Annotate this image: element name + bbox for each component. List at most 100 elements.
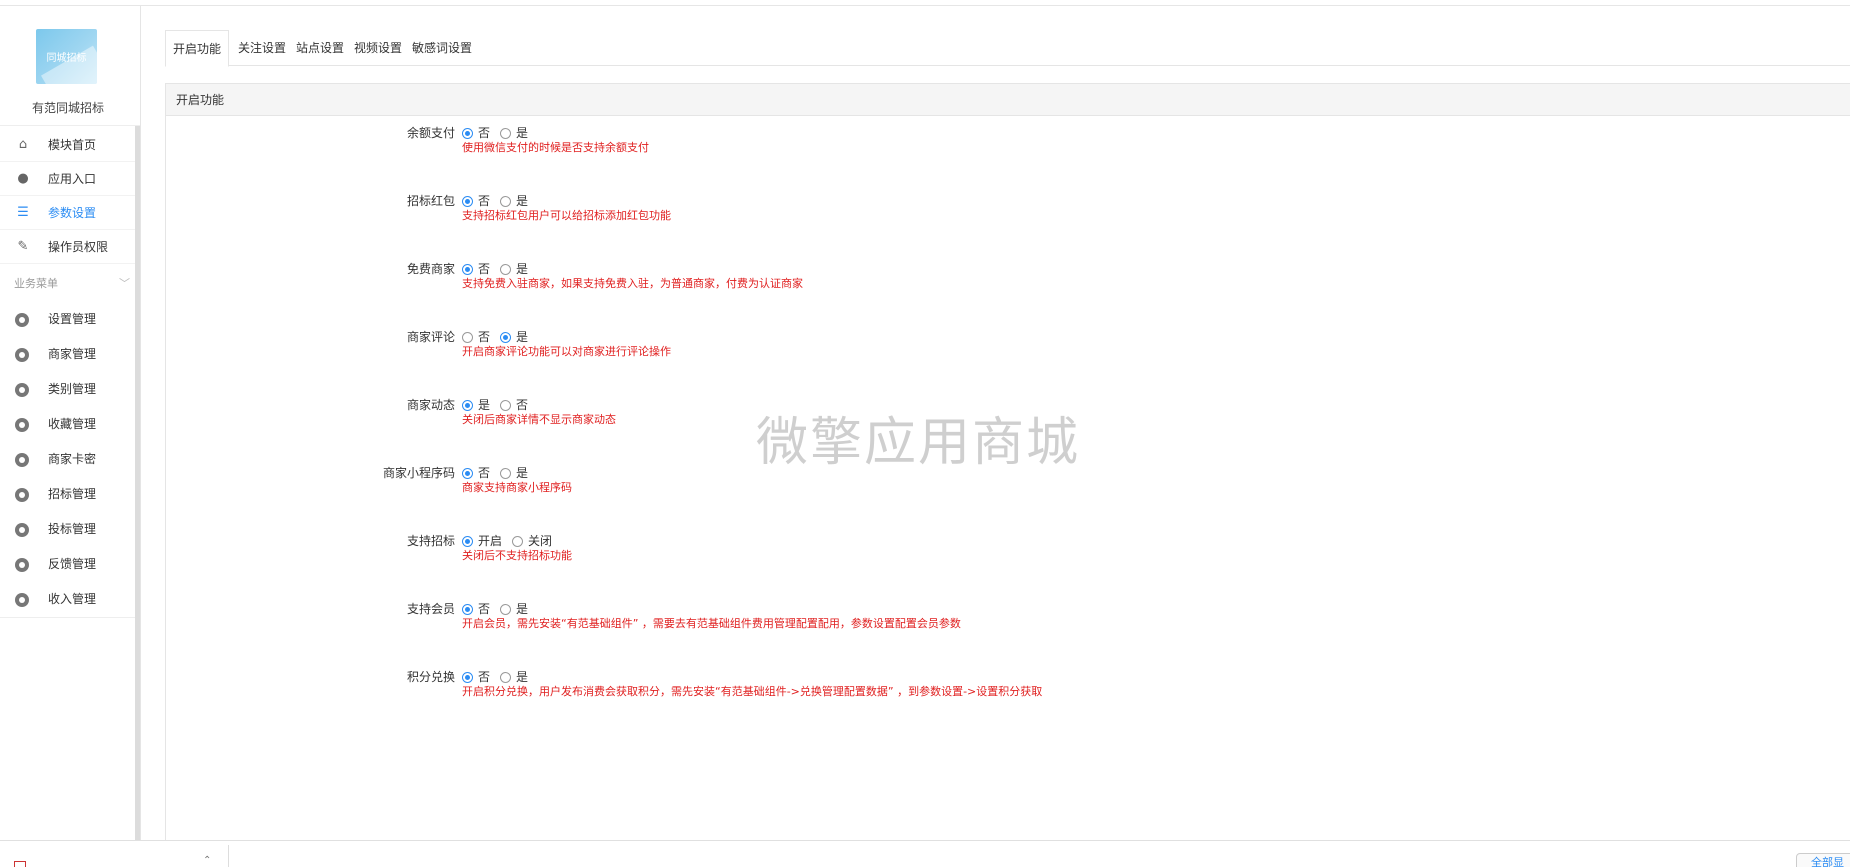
chat-icon: ● <box>17 171 29 186</box>
radio-button[interactable] <box>462 672 473 683</box>
radio-label: 开启 <box>478 534 503 548</box>
tab-2[interactable]: 站点设置 <box>291 30 349 66</box>
sidebar-item-3[interactable]: ✎ 操作员权限 <box>0 230 136 264</box>
radio-button[interactable] <box>462 400 473 411</box>
sidebar-scrollbar[interactable] <box>135 126 140 841</box>
setting-hint: 支持免费入驻商家，如果支持免费入驻，为普通商家，付费为认证商家 <box>462 277 803 290</box>
business-menu-title[interactable]: 业务菜单 ﹀ <box>0 266 136 302</box>
gear-icon <box>15 593 29 607</box>
radio-button[interactable] <box>500 264 512 275</box>
radio-button[interactable] <box>462 604 473 615</box>
file-icon[interactable] <box>14 861 26 867</box>
chevron-up-icon[interactable]: ⌃ <box>203 855 211 866</box>
setting-row: 积分兑换 否 是开启积分兑换，用户发布消费会获取积分，需先安装“有范基础组件->兑换… <box>166 668 1850 708</box>
setting-label: 支持会员 <box>406 602 455 616</box>
radio-button[interactable] <box>500 128 512 139</box>
setting-label: 支持招标 <box>406 534 455 548</box>
gear-icon <box>15 313 29 327</box>
setting-hint: 支持招标红包用户可以给招标添加红包功能 <box>462 209 671 222</box>
gear-icon <box>15 488 29 502</box>
radio-label: 否 <box>478 194 491 208</box>
setting-row: 支持会员 否 是开启会员，需先安装“有范基础组件” ，需要去有范基础组件费用管理配置… <box>166 600 1850 640</box>
sidebar-item-1[interactable]: ● 应用入口 <box>0 162 136 196</box>
setting-label: 余额支付 <box>406 126 455 140</box>
business-item-3[interactable]: 收藏管理 <box>0 407 136 442</box>
radio-label: 否 <box>478 670 491 684</box>
app-logo: 同城招标 <box>36 29 97 84</box>
radio-label: 否 <box>478 262 491 276</box>
radio-button[interactable] <box>500 196 512 207</box>
edit-icon: ✎ <box>17 239 29 254</box>
business-item-5[interactable]: 招标管理 <box>0 477 136 512</box>
radio-button[interactable] <box>462 128 473 139</box>
setting-label: 商家评论 <box>406 330 455 344</box>
radio-button[interactable] <box>500 672 512 683</box>
tab-0[interactable]: 开启功能 <box>165 30 229 67</box>
sidebar-item-label: 模块首页 <box>48 138 97 152</box>
radio-button[interactable] <box>500 604 512 615</box>
radio-button[interactable] <box>462 196 473 207</box>
business-item-label: 投标管理 <box>48 522 97 536</box>
radio-button[interactable] <box>462 468 473 479</box>
radio-label: 是 <box>478 398 491 412</box>
brand-name: 有范同城招标 <box>31 101 104 115</box>
business-item-0[interactable]: 设置管理 <box>0 302 136 337</box>
radio-label: 否 <box>478 466 491 480</box>
home-icon: ⌂ <box>18 137 28 152</box>
business-item-label: 设置管理 <box>48 312 97 326</box>
radio-button[interactable] <box>462 332 473 343</box>
setting-row: 商家评论 否 是开启商家评论功能可以对商家进行评论操作 <box>166 328 1850 368</box>
setting-label: 免费商家 <box>406 262 455 276</box>
business-item-label: 商家卡密 <box>48 452 97 466</box>
business-item-1[interactable]: 商家管理 <box>0 337 136 372</box>
setting-hint: 开启积分兑换，用户发布消费会获取积分，需先安装“有范基础组件->兑换管理配置数据… <box>462 685 1043 698</box>
setting-hint: 开启商家评论功能可以对商家进行评论操作 <box>462 345 671 358</box>
tab-1[interactable]: 关注设置 <box>233 30 291 66</box>
setting-row: 余额支付 否 是使用微信支付的时候是否支持余额支付 <box>166 124 1850 164</box>
radio-button[interactable] <box>462 264 473 275</box>
radio-button[interactable] <box>512 536 524 547</box>
radio-label: 否 <box>478 330 491 344</box>
chevron-down-icon: ﹀ <box>119 277 130 290</box>
brand-area: 同城招标 有范同城招标 <box>0 6 140 126</box>
sidebar: 同城招标 有范同城招标 ⌂ 模块首页 ● 应用入口 ☰ 参数设置 ✎ 操作员权限业务菜单 ﹀ 设置… <box>0 6 141 841</box>
sidebar-item-2[interactable]: ☰ 参数设置 <box>0 196 136 230</box>
setting-row: 支持招标 开启 关闭 关闭后不支持招标功能 <box>166 532 1850 572</box>
setting-row: 免费商家 否 是支持免费入驻商家，如果支持免费入驻，为普通商家，付费为认证商家 <box>166 260 1850 300</box>
gear-icon <box>15 523 29 537</box>
radio-button[interactable] <box>500 400 512 411</box>
radio-label: 否 <box>516 398 529 412</box>
business-item-7[interactable]: 反馈管理 <box>0 547 136 582</box>
radio-label: 是 <box>516 262 529 276</box>
tab-4[interactable]: 敏感词设置 <box>407 30 477 66</box>
business-menu-label: 业务菜单 <box>14 277 58 290</box>
business-item-6[interactable]: 投标管理 <box>0 512 136 547</box>
gear-icon <box>15 558 29 572</box>
radio-label: 关闭 <box>528 534 553 548</box>
radio-button[interactable] <box>500 332 512 343</box>
settings-panel: 开启功能 余额支付否是使用微信支付的时候是否支持余额支付 招标红包否是支持招标红包… <box>165 83 1850 840</box>
show-all-button[interactable]: 全部显 <box>1796 853 1850 867</box>
business-item-label: 反馈管理 <box>48 557 97 571</box>
business-item-label: 收藏管理 <box>48 417 97 431</box>
settings-tabs: 开启功能 关注设置 站点设置 视频设置 敏感词设置 <box>165 30 1850 67</box>
setting-row: 商家动态 是 否关闭后商家详情不显示商家动态 <box>166 396 1850 436</box>
sidebar-item-label: 应用入口 <box>48 172 97 186</box>
list-icon: ☰ <box>17 205 29 220</box>
panel-title: 开启功能 <box>166 84 1850 116</box>
radio-label: 否 <box>478 602 491 616</box>
business-item-label: 商家管理 <box>48 347 97 361</box>
business-item-label: 招标管理 <box>48 487 97 501</box>
bottom-bar: ⌃ 全部显 <box>0 840 1850 867</box>
radio-button[interactable] <box>500 468 512 479</box>
setting-hint: 商家支持商家小程序码 <box>462 481 572 494</box>
tab-3[interactable]: 视频设置 <box>349 30 407 66</box>
business-item-8[interactable]: 收入管理 <box>0 582 136 617</box>
logo-text: 同城招标 <box>46 53 87 64</box>
radio-button[interactable] <box>462 536 473 547</box>
business-item-2[interactable]: 类别管理 <box>0 372 136 407</box>
sidebar-item-0[interactable]: ⌂ 模块首页 <box>0 128 136 162</box>
business-item-4[interactable]: 商家卡密 <box>0 442 136 477</box>
setting-label: 积分兑换 <box>406 670 455 684</box>
setting-label: 招标红包 <box>406 194 455 208</box>
